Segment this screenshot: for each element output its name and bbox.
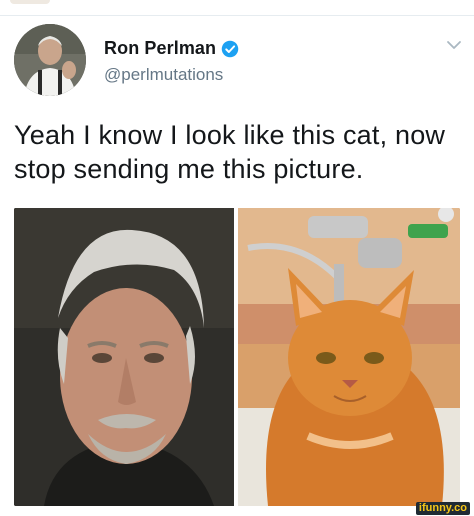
- divider: [0, 15, 474, 16]
- verified-badge-icon: [221, 40, 239, 57]
- tweet-media[interactable]: [14, 208, 460, 506]
- watermark-bar: ifunny.co: [0, 502, 474, 516]
- avatar[interactable]: [14, 24, 86, 96]
- author-name[interactable]: Ron Perlman: [104, 38, 216, 59]
- tweet-text: Yeah I know I look like this cat, now st…: [14, 120, 446, 184]
- cat-photo: [238, 208, 460, 506]
- previous-tweet-edge: [0, 0, 474, 8]
- chevron-down-icon[interactable]: [446, 40, 462, 50]
- watermark-logo: ifunny.co: [415, 502, 470, 515]
- man-photo: [14, 208, 234, 506]
- tweet-author[interactable]: Ron Perlman @perlmutations: [104, 38, 239, 85]
- author-handle[interactable]: @perlmutations: [104, 65, 239, 85]
